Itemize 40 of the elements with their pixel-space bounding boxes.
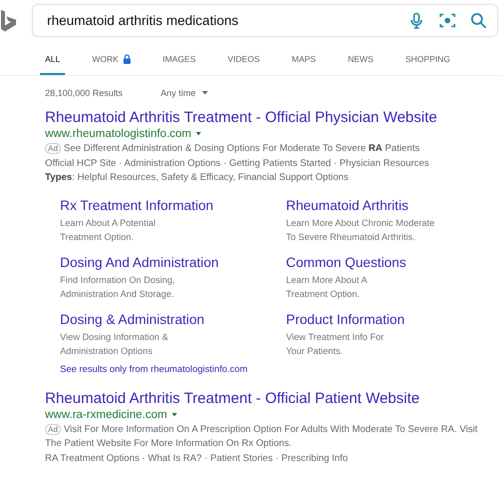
sitelink-description: Learn More About Chronic Moderate To Severe Rheumatoid Arthritis. xyxy=(286,216,436,244)
result-title-link[interactable]: Rheumatoid Arthritis Treatment - Official Patient Website xyxy=(45,390,420,406)
search-tab[interactable]: WORK xyxy=(87,50,136,75)
result-url: www.rheumatologistinfo.com xyxy=(45,128,192,140)
sitelink-title[interactable]: Rheumatoid Arthritis xyxy=(286,198,408,212)
search-tab[interactable]: VIDEOS xyxy=(222,50,265,75)
time-filter-dropdown[interactable]: Any time xyxy=(160,88,208,98)
caret-icon xyxy=(202,91,208,95)
microphone-icon[interactable] xyxy=(408,12,425,29)
search-tab[interactable]: NEWS xyxy=(342,50,378,75)
visual-search-icon[interactable] xyxy=(439,12,456,29)
site-results-link[interactable]: See results only from rheumatologistinfo.com xyxy=(60,362,248,374)
sitelink-description: Find Information On Dosing, Administration And Storage. xyxy=(60,274,176,300)
caret-icon[interactable] xyxy=(172,412,178,416)
result-title-link[interactable]: Rheumatoid Arthritis Treatment - Official Physician Website xyxy=(45,109,438,126)
ad-types-line: Types: Helpful Resources, Safety & Efficacy, Financial Support Options xyxy=(45,171,350,185)
search-tab[interactable]: IMAGES xyxy=(158,50,201,75)
sitelink-title[interactable]: Dosing & Administration xyxy=(60,312,204,326)
sitelink-description: Learn More About A Treatment Option. xyxy=(286,274,368,300)
sitelink-title[interactable]: Product Information xyxy=(286,312,405,326)
logo-icon[interactable] xyxy=(0,8,18,32)
results-count: 28,100,000 Results xyxy=(45,88,123,98)
ad-description: Ad See Different Administration & Dosing Options For Moderate To Severe RA Patients xyxy=(45,142,490,156)
sitelink-title[interactable]: Rx Treatment Information xyxy=(60,198,214,212)
result-url: www.ra-rxmedicine.com xyxy=(45,408,168,420)
lock-icon xyxy=(122,54,131,64)
search-field[interactable]: rheumatoid arthritis medications xyxy=(32,4,498,37)
search-tab[interactable]: SHOPPING xyxy=(400,50,456,75)
ad-links-line: Official HCP Site · Administration Options · Getting Patients Started · Physician Resources xyxy=(45,156,430,170)
search-tab[interactable]: ALL xyxy=(40,50,66,75)
sitelink-title[interactable]: Dosing And Administration xyxy=(60,254,219,270)
search-tab[interactable]: MAPS xyxy=(286,50,321,75)
sitelink-description: View Dosing Information & Administration Options xyxy=(60,330,170,358)
sitelink-description: View Treatment Info For Your Patients. xyxy=(286,330,385,358)
ad-links-line: RA Treatment Options · What Is RA? · Patient Stories · Prescribing Info xyxy=(45,452,349,466)
sitelink-description: Learn About A Potential Treatment Option. xyxy=(60,216,157,244)
ad-description: Ad Visit For More Information On A Prescription Option For Adults With Moderate To Severe RA. Visit The Patient Website For More Information On Rx Options. xyxy=(45,422,479,451)
caret-icon[interactable] xyxy=(196,132,202,136)
search-icon[interactable] xyxy=(470,12,487,29)
sitelink-title[interactable]: Common Questions xyxy=(286,254,406,270)
